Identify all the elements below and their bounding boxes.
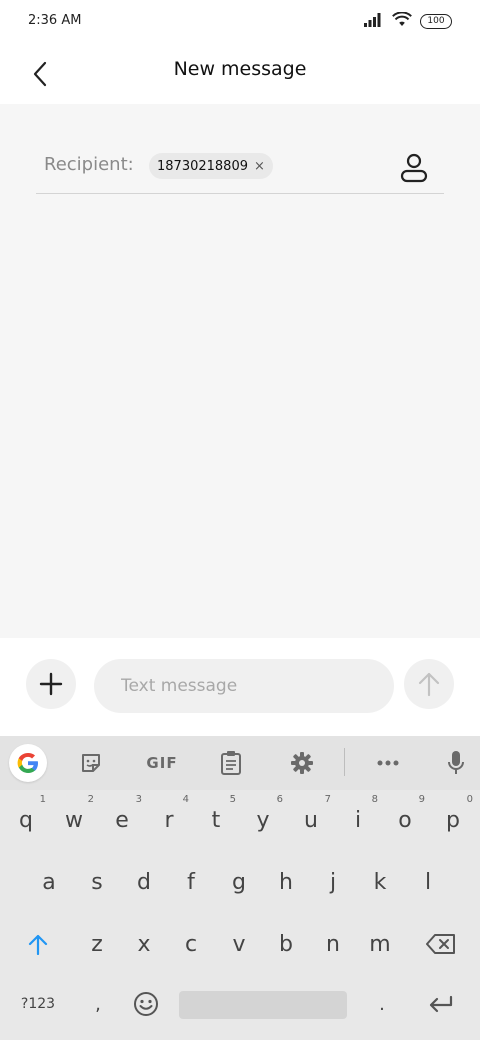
toolbar-divider [344,748,345,776]
key-i[interactable]: i8 [336,792,380,848]
space-key[interactable] [179,991,347,1019]
recipient-chip[interactable]: 18730218809 × [149,153,273,179]
sticker-icon [82,754,100,772]
message-input[interactable] [94,659,394,713]
page-title: New message [173,58,307,80]
key-hint: 1 [39,794,46,805]
recipient-row[interactable]: Recipient: 18730218809 × [36,144,444,194]
attach-button[interactable] [26,659,76,709]
key-hint: 2 [87,794,94,805]
key-hint: 4 [182,794,189,805]
backspace-icon [426,934,455,954]
key-e[interactable]: e3 [100,792,144,848]
key-hint: 0 [466,794,473,805]
status-icons: 100 [364,11,452,31]
settings-icon [291,752,313,774]
key-h[interactable]: h [264,854,308,910]
wifi-icon [392,11,412,31]
key-b[interactable]: b [264,916,308,972]
status-time: 2:36 AM [28,13,82,28]
key-label: i [354,807,362,833]
send-button[interactable] [404,659,454,709]
key-l[interactable]: l [406,854,450,910]
enter-key[interactable] [416,976,466,1032]
comma-key[interactable]: , [76,976,120,1032]
key-a[interactable]: a [27,854,71,910]
emoji-icon [134,992,158,1016]
key-y[interactable]: y6 [241,792,285,848]
key-c[interactable]: c [169,916,213,972]
key-hint: 7 [324,794,331,805]
key-r[interactable]: r4 [147,792,191,848]
enter-icon [429,995,453,1013]
key-label: y [256,807,270,833]
key-label: w [65,807,83,833]
clipboard-icon [221,751,241,775]
key-n[interactable]: n [311,916,355,972]
key-m[interactable]: m [358,916,402,972]
google-icon [17,753,38,773]
key-w[interactable]: w2 [52,792,96,848]
key-hint: 9 [418,794,425,805]
clipboard-button[interactable] [212,745,250,781]
key-u[interactable]: u7 [289,792,333,848]
person-icon [400,153,428,183]
signal-icon [364,12,384,31]
period-key[interactable]: . [360,976,404,1032]
key-p[interactable]: p0 [431,792,475,848]
key-label: r [164,807,174,833]
more-icon [377,760,399,766]
status-bar: 2:36 AM 100 [0,0,480,44]
key-x[interactable]: x [122,916,166,972]
voice-button[interactable] [437,745,475,781]
key-t[interactable]: t5 [194,792,238,848]
shift-key[interactable] [14,916,62,972]
google-button[interactable] [9,744,47,782]
key-label: q [19,807,33,833]
gif-label: GIF [146,754,178,772]
shift-arrow-icon [28,934,48,955]
settings-button[interactable] [283,745,321,781]
symbols-key[interactable]: ?123 [12,976,64,1032]
key-j[interactable]: j [311,854,355,910]
app-header: New message [0,44,480,104]
chip-remove-icon[interactable]: × [254,159,265,174]
emoji-key[interactable] [124,976,168,1032]
message-content-area: Recipient: 18730218809 × [0,104,480,638]
key-v[interactable]: v [217,916,261,972]
key-z[interactable]: z [75,916,119,972]
key-label: e [115,807,129,833]
key-hint: 8 [371,794,378,805]
more-button[interactable] [369,745,407,781]
keyboard: GIF q 1 w 2 e 3 r 4 t 5 y 6 u 7 i 8 o 9 … [0,736,480,1040]
keyboard-toolbar: GIF [0,736,480,790]
key-g[interactable]: g [217,854,261,910]
contact-picker-button[interactable] [398,152,430,184]
gif-button[interactable]: GIF [141,745,183,781]
plus-icon [39,672,63,696]
key-q[interactable]: q1 [4,792,48,848]
key-label: u [304,807,318,833]
mic-icon [448,751,464,774]
key-hint: 5 [229,794,236,805]
key-label: o [398,807,412,833]
arrow-up-icon [418,672,440,697]
key-label: p [446,807,460,833]
key-hint: 3 [135,794,142,805]
key-label: t [211,807,221,833]
key-k[interactable]: k [358,854,402,910]
battery-icon: 100 [420,14,452,29]
key-d[interactable]: d [122,854,166,910]
compose-bar [0,638,480,736]
backspace-key[interactable] [416,916,466,972]
key-o[interactable]: o9 [383,792,427,848]
key-hint: 6 [276,794,283,805]
sticker-button[interactable] [72,745,110,781]
key-f[interactable]: f [169,854,213,910]
recipient-label: Recipient: [44,154,134,175]
recipient-number: 18730218809 [157,158,248,174]
key-s[interactable]: s [75,854,119,910]
